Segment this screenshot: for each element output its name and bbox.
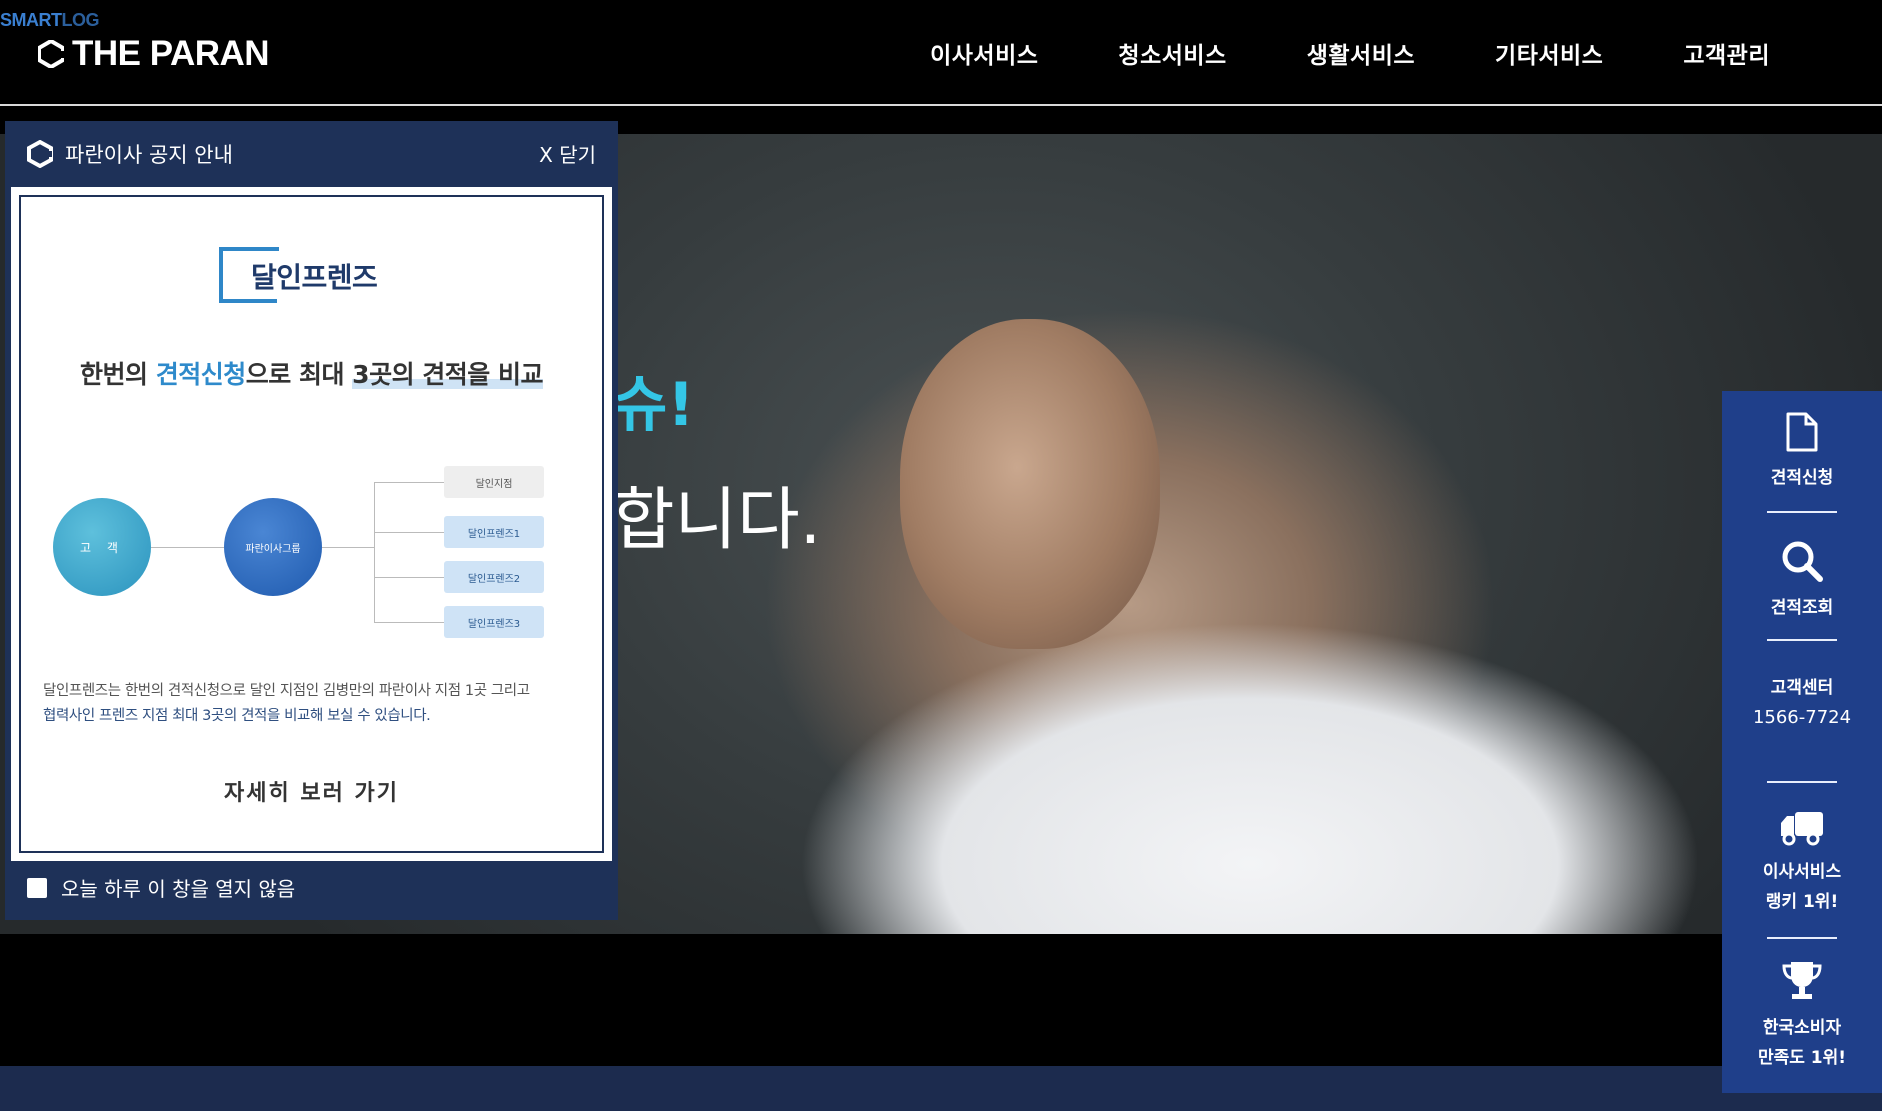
- diagram-line: [151, 547, 224, 548]
- hero-subheadline: 합니다.: [612, 481, 822, 560]
- dont-show-today-label[interactable]: 오늘 하루 이 창을 열지 않음: [61, 873, 295, 902]
- desc-line-2: 협력사인 프렌즈 지점 최대 3곳의 견적을 비교해 보실 수 있습니다.: [43, 708, 431, 724]
- diagram-line: [374, 482, 444, 483]
- popup-description: 달인프렌즈는 한번의 견적신청으로 달인 지점인 김병만의 파란이사 지점 1곳…: [43, 679, 590, 729]
- moving-rank-label-1: 이사서비스: [1762, 862, 1842, 882]
- diagram-box-dalin-branch: 달인지점: [444, 466, 544, 498]
- dont-show-today-checkbox[interactable]: [27, 877, 47, 898]
- quick-divider: [1767, 639, 1837, 641]
- headline-pre: 한번의: [80, 360, 156, 389]
- nav-other-service[interactable]: 기타서비스: [1495, 36, 1603, 70]
- quick-consumer-award[interactable]: 한국소비자 만족도 1위!: [1722, 959, 1882, 1073]
- paran-logo-icon: [27, 139, 53, 168]
- diagram-box-friends-1: 달인프렌즈1: [444, 516, 544, 548]
- consumer-award-label-1: 한국소비자: [1762, 1018, 1842, 1038]
- popup-title: 파란이사 공지 안내: [65, 142, 233, 167]
- hero-image-body: [700, 534, 1882, 934]
- quick-quote-lookup[interactable]: 견적조회: [1722, 539, 1882, 623]
- brand-name: THE PARAN: [72, 34, 270, 73]
- the-paran-logo[interactable]: THE PARAN: [38, 34, 270, 74]
- desc-line-1: 달인프렌즈는 한번의 견적신청으로 달인 지점인 김병만의 파란이사 지점 1곳…: [43, 683, 530, 699]
- search-icon: [1782, 541, 1823, 582]
- hero-headline: 슈!: [612, 370, 695, 440]
- trophy-icon: [1782, 962, 1822, 999]
- view-details-link[interactable]: 자세히 보러 가기: [21, 775, 602, 807]
- popup-content[interactable]: 달인프렌즈 한번의 견적신청으로 최대 3곳의 견적을 비교 고 객 파란이사그…: [8, 184, 615, 864]
- dalin-friends-name: 달인프렌즈: [251, 261, 378, 294]
- headline-mid: 으로 최대: [245, 360, 353, 389]
- diagram-box-friends-3: 달인프렌즈3: [444, 606, 544, 638]
- quick-quote-request-label: 견적신청: [1770, 468, 1834, 488]
- quick-menu: 견적신청 견적조회 고객센터 1566-7724 이사서비스 랭키 1위! 한국…: [1722, 391, 1882, 1093]
- paran-logo-icon: [38, 40, 64, 68]
- quick-quote-request[interactable]: 견적신청: [1722, 411, 1882, 493]
- bottom-band: [0, 1066, 1882, 1111]
- quick-customer-center[interactable]: 고객센터 1566-7724: [1722, 673, 1882, 733]
- quick-divider: [1767, 781, 1837, 783]
- popup-headline: 한번의 견적신청으로 최대 3곳의 견적을 비교: [21, 355, 602, 391]
- quick-quote-lookup-label: 견적조회: [1770, 598, 1834, 618]
- headline-blue: 견적신청: [155, 360, 247, 389]
- diagram-line: [374, 532, 444, 533]
- smartlog-log: LOG: [61, 10, 100, 30]
- diagram-paran-circle: 파란이사그룹: [224, 498, 322, 596]
- headline-underline: 3곳의 견적을 비교: [352, 360, 543, 389]
- customer-center-phone[interactable]: 1566-7724: [1722, 703, 1882, 733]
- diagram-line: [322, 547, 374, 548]
- popup-title-group: 파란이사 공지 안내: [27, 139, 233, 169]
- nav-cleaning-service[interactable]: 청소서비스: [1118, 36, 1226, 70]
- notice-popup: 파란이사 공지 안내 X 닫기 달인프렌즈 한번의 견적신청으로 최대 3곳의 …: [5, 121, 618, 920]
- diagram-line: [374, 577, 444, 578]
- hero-image-face: [900, 319, 1160, 649]
- popup-close-button[interactable]: X 닫기: [539, 139, 596, 168]
- document-icon: [1786, 412, 1818, 452]
- diagram-box-friends-2: 달인프렌즈2: [444, 561, 544, 593]
- main-nav: 이사서비스 청소서비스 생활서비스 기타서비스 고객관리: [930, 36, 1770, 70]
- popup-footer: 오늘 하루 이 창을 열지 않음: [27, 873, 295, 902]
- smartlog-logo[interactable]: SMARTLOG: [0, 10, 99, 31]
- quick-moving-rank[interactable]: 이사서비스 랭키 1위!: [1722, 809, 1882, 917]
- quick-divider: [1767, 511, 1837, 513]
- nav-customer-care[interactable]: 고객관리: [1683, 36, 1770, 70]
- diagram-line: [374, 482, 375, 622]
- site-header: SMARTLOG THE PARAN 이사서비스 청소서비스 생활서비스 기타서…: [0, 0, 1882, 106]
- dalin-friends-logo: 달인프렌즈: [219, 247, 409, 303]
- popup-content-inner: 달인프렌즈 한번의 견적신청으로 최대 3곳의 견적을 비교 고 객 파란이사그…: [19, 195, 604, 853]
- service-diagram: 고 객 파란이사그룹 달인지점 달인프렌즈1 달인프렌즈2 달인프렌즈3: [21, 452, 602, 642]
- diagram-customer-circle: 고 객: [53, 498, 151, 596]
- nav-moving-service[interactable]: 이사서비스: [930, 36, 1038, 70]
- nav-living-service[interactable]: 생활서비스: [1307, 36, 1415, 70]
- quick-divider: [1767, 937, 1837, 939]
- moving-rank-label-2: 랭키 1위!: [1765, 892, 1839, 912]
- consumer-award-label-2: 만족도 1위!: [1757, 1048, 1847, 1068]
- diagram-line: [374, 622, 444, 623]
- smartlog-smart: SMART: [0, 10, 62, 30]
- customer-center-label: 고객센터: [1770, 678, 1834, 698]
- truck-icon: [1781, 812, 1823, 846]
- popup-header: 파란이사 공지 안내 X 닫기: [5, 121, 618, 186]
